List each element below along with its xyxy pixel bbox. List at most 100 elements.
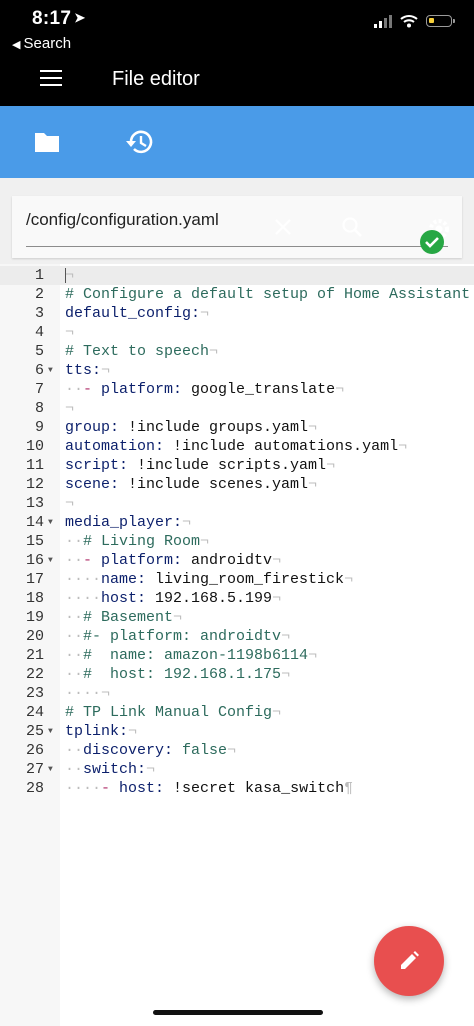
- line-text: #- platform: androidtv: [83, 628, 282, 645]
- line-text: media_player:: [65, 514, 183, 531]
- line-code: script: !include scripts.yaml¬: [65, 456, 335, 475]
- code-line[interactable]: 27 ▼ ··switch:¬: [0, 760, 474, 779]
- line-end-marker: ¬: [272, 704, 282, 721]
- code-line[interactable]: 26 ··discovery: false¬: [0, 741, 474, 760]
- home-indicator[interactable]: [153, 1010, 323, 1015]
- check-circle-icon: [420, 230, 444, 254]
- line-text: name: living_room_firestick: [101, 571, 345, 588]
- line-end-marker: ¬: [344, 571, 354, 588]
- code-line[interactable]: 2 # Configure a default setup of Home Ass…: [0, 285, 474, 304]
- line-number: 10: [25, 438, 44, 455]
- folder-icon[interactable]: [33, 130, 61, 154]
- line-text: # Living Room: [83, 533, 201, 550]
- line-end-marker: ¬: [308, 476, 318, 493]
- indent-marker: ··: [65, 533, 84, 550]
- history-icon[interactable]: [125, 128, 155, 156]
- menu-button[interactable]: [40, 70, 62, 86]
- line-end-marker: ¬: [128, 723, 138, 740]
- line-number: 4: [34, 324, 44, 341]
- line-text: - host: !secret kasa_switch: [101, 780, 345, 797]
- code-line[interactable]: 25 ▼ tplink:¬: [0, 722, 474, 741]
- line-number: 21: [25, 647, 44, 664]
- file-path-input[interactable]: [26, 210, 296, 230]
- line-number: 17: [25, 571, 44, 588]
- indent-marker: ··: [65, 666, 84, 683]
- line-end-marker: ¶: [344, 780, 354, 797]
- line-text: # Basement: [83, 609, 174, 626]
- indent-marker: ··: [65, 381, 84, 398]
- location-arrow-icon: ➤: [74, 10, 86, 25]
- indent-marker: ··: [65, 761, 84, 778]
- line-code: tts:¬: [65, 361, 110, 380]
- code-line[interactable]: 18 ····host: 192.168.5.199¬: [0, 589, 474, 608]
- indent-marker: ····: [65, 571, 102, 588]
- line-code: group: !include groups.yaml¬: [65, 418, 317, 437]
- line-end-marker: ¬: [146, 761, 156, 778]
- fold-toggle-icon[interactable]: ▼: [48, 513, 53, 532]
- line-end-marker: ¬: [281, 628, 291, 645]
- code-line[interactable]: 24 # TP Link Manual Config¬: [0, 703, 474, 722]
- line-code: # Text to speech¬: [65, 342, 218, 361]
- line-end-marker: ¬: [209, 343, 219, 360]
- indent-marker: ··: [65, 628, 84, 645]
- code-line[interactable]: 19 ··# Basement¬: [0, 608, 474, 627]
- search-icon[interactable]: [341, 216, 363, 238]
- code-line[interactable]: 14 ▼ media_player:¬: [0, 513, 474, 532]
- line-text: switch:: [83, 761, 147, 778]
- fold-toggle-icon[interactable]: ▼: [48, 760, 53, 779]
- line-number: 6: [34, 362, 44, 379]
- toolbar: [0, 106, 474, 178]
- app-title: File editor: [112, 68, 200, 90]
- line-text: tts:: [65, 362, 102, 379]
- edit-fab-button[interactable]: [374, 926, 444, 996]
- fold-toggle-icon[interactable]: ▼: [48, 551, 53, 570]
- file-card-area: [0, 178, 474, 264]
- code-line[interactable]: 7 ··- platform: google_translate¬: [0, 380, 474, 399]
- code-line[interactable]: 17 ····name: living_room_firestick¬: [0, 570, 474, 589]
- wifi-icon: [400, 15, 418, 28]
- line-code: ··switch:¬: [65, 760, 155, 779]
- code-line[interactable]: 20 ··#- platform: androidtv¬: [0, 627, 474, 646]
- line-end-marker: ¬: [101, 685, 111, 702]
- indent-marker: ····: [65, 590, 102, 607]
- code-line[interactable]: 16 ▼ ··- platform: androidtv¬: [0, 551, 474, 570]
- code-line[interactable]: 12 scene: !include scenes.yaml¬: [0, 475, 474, 494]
- top-bar: 8:17 ➤ ◀ Search File editor: [0, 0, 474, 106]
- line-number: 27: [25, 761, 44, 778]
- line-number: 1: [34, 267, 44, 284]
- close-icon[interactable]: [274, 218, 292, 236]
- code-line[interactable]: 9 group: !include groups.yaml¬: [0, 418, 474, 437]
- code-line[interactable]: 11 script: !include scripts.yaml¬: [0, 456, 474, 475]
- line-code: scene: !include scenes.yaml¬: [65, 475, 317, 494]
- code-line[interactable]: 21 ··# name: amazon-1198b6114¬: [0, 646, 474, 665]
- line-text: host: 192.168.5.199: [101, 590, 273, 607]
- line-text: # TP Link Manual Config: [65, 704, 273, 721]
- line-number: 28: [25, 780, 44, 797]
- code-line[interactable]: 15 ··# Living Room¬: [0, 532, 474, 551]
- code-editor[interactable]: 1 ¬ 2 # Configure a default setup of Home A…: [0, 264, 474, 1026]
- code-line[interactable]: 10 automation: !include automations.yaml¬: [0, 437, 474, 456]
- code-line[interactable]: 4 ¬: [0, 323, 474, 342]
- line-end-marker: ¬: [308, 647, 318, 664]
- code-line[interactable]: 3 default_config:¬: [0, 304, 474, 323]
- indent-marker: ··: [65, 552, 84, 569]
- code-line[interactable]: 8 ¬: [0, 399, 474, 418]
- code-line[interactable]: 13 ¬: [0, 494, 474, 513]
- line-code: ¬: [65, 399, 74, 418]
- line-text: - platform: google_translate: [83, 381, 336, 398]
- code-line[interactable]: 22 ··# host: 192.168.1.175¬: [0, 665, 474, 684]
- code-line[interactable]: 1 ¬: [0, 266, 474, 285]
- code-line[interactable]: 23 ····¬: [0, 684, 474, 703]
- line-code: # Configure a default setup of Home Assi…: [65, 285, 470, 304]
- code-line[interactable]: 5 # Text to speech¬: [0, 342, 474, 361]
- line-text: discovery: false: [83, 742, 228, 759]
- line-code: ¬: [65, 323, 74, 342]
- code-line[interactable]: 6 ▼ tts:¬: [0, 361, 474, 380]
- line-code: ¬: [65, 266, 74, 285]
- back-to-search[interactable]: ◀ Search: [12, 35, 71, 52]
- fold-toggle-icon[interactable]: ▼: [48, 722, 53, 741]
- line-text: tplink:: [65, 723, 129, 740]
- code-line[interactable]: 28 ····- host: !secret kasa_switch¶: [0, 779, 474, 798]
- line-code: ····name: living_room_firestick¬: [65, 570, 353, 589]
- fold-toggle-icon[interactable]: ▼: [48, 361, 53, 380]
